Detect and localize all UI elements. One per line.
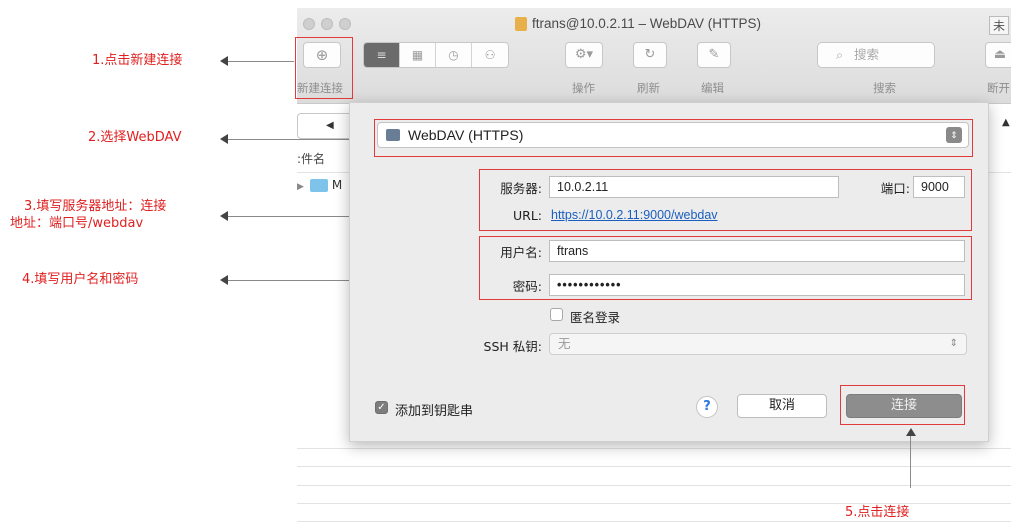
close-window-button[interactable] (303, 18, 315, 30)
ssh-key-select[interactable]: 无 ⇕ (549, 333, 967, 355)
search-icon: ⌕ (836, 47, 844, 62)
annotation-step4: 4.填写用户名和密码 (22, 272, 139, 287)
history-icon[interactable]: ◷ (436, 43, 472, 67)
window-title: ftrans@10.0.2.11 – WebDAV (HTTPS) (532, 16, 762, 31)
cancel-button[interactable]: 取消 (737, 394, 827, 418)
leader-line-step5 (910, 436, 911, 488)
zoom-window-button[interactable] (339, 18, 351, 30)
action-button[interactable]: ⚙▾ (565, 42, 603, 68)
highlight-credentials (479, 236, 972, 300)
action-label: 操作 (572, 81, 595, 95)
annotation-step2: 2.选择WebDAV (88, 130, 182, 145)
eject-icon: ⏏ (993, 47, 1007, 62)
divider (297, 503, 1011, 504)
document-icon (515, 17, 527, 31)
minimize-window-button[interactable] (321, 18, 333, 30)
edit-label: 编辑 (701, 81, 724, 95)
browser-view-icon[interactable]: ≡ (364, 43, 400, 67)
highlight-protocol (374, 119, 973, 157)
filename-column-header[interactable]: :件名 (297, 150, 325, 167)
arrow-step3 (220, 211, 228, 221)
disclosure-triangle-icon[interactable]: ▶ (297, 182, 304, 192)
anonymous-label: 匿名登录 (570, 310, 621, 325)
arrow-step2 (220, 134, 228, 144)
refresh-icon: ↻ (644, 47, 656, 62)
anonymous-checkbox[interactable] (550, 308, 563, 321)
highlight-new-connection (295, 37, 353, 99)
ssh-key-label: SSH 私钥: (483, 339, 542, 354)
back-button[interactable]: ◀ (297, 113, 357, 139)
keychain-label: 添加到钥匙串 (395, 404, 474, 419)
arrow-step1 (220, 56, 228, 66)
keychain-checkbox[interactable]: ✓ (375, 401, 388, 414)
arrow-step4 (220, 275, 228, 285)
arrow-step5 (906, 428, 916, 436)
ssh-key-value: 无 (558, 336, 571, 351)
gear-icon: ⚙▾ (574, 47, 594, 62)
annotation-step3-line1: 3.填写服务器地址：连接 (24, 199, 167, 214)
refresh-label: 刷新 (637, 81, 660, 95)
window-titlebar: ftrans@10.0.2.11 – WebDAV (HTTPS) 未 ⊕ 新建… (297, 8, 1011, 104)
bookmarks-icon[interactable]: ▦ (400, 43, 436, 67)
view-mode-segmented[interactable]: ≡ ▦ ◷ ⚇ (363, 42, 509, 68)
search-input[interactable]: ⌕ 搜索 (817, 42, 935, 68)
select-arrows-icon: ⇕ (949, 338, 958, 349)
edit-button[interactable]: ✎ (697, 42, 731, 68)
search-label: 搜索 (873, 81, 896, 95)
folder-row[interactable]: ▶ M (297, 178, 342, 192)
help-button[interactable]: ? (696, 396, 718, 418)
window-right-edge-text: 未 (989, 16, 1010, 35)
search-placeholder: 搜索 (854, 47, 880, 62)
folder-name: M (331, 178, 343, 192)
back-arrow-icon: ◀ (326, 120, 334, 131)
folder-icon (309, 179, 328, 192)
divider (297, 448, 1011, 449)
leader-line-step1 (228, 61, 294, 62)
disconnect-label: 断开 (987, 81, 1010, 95)
annotation-step5: 5.点击连接 (845, 505, 910, 520)
up-arrow-icon[interactable]: ▲ (1002, 117, 1010, 128)
divider (297, 466, 1011, 467)
disconnect-button[interactable]: ⏏ (985, 42, 1011, 68)
highlight-connect (840, 385, 965, 425)
divider (297, 485, 1011, 486)
pencil-icon: ✎ (708, 47, 720, 62)
annotation-step3-line2: 地址：端口号/webdav (10, 216, 144, 231)
highlight-server (479, 169, 972, 231)
refresh-button[interactable]: ↻ (633, 42, 667, 68)
bonjour-icon[interactable]: ⚇ (472, 43, 508, 67)
annotation-step1: 1.点击新建连接 (92, 53, 183, 68)
divider (297, 521, 1011, 522)
